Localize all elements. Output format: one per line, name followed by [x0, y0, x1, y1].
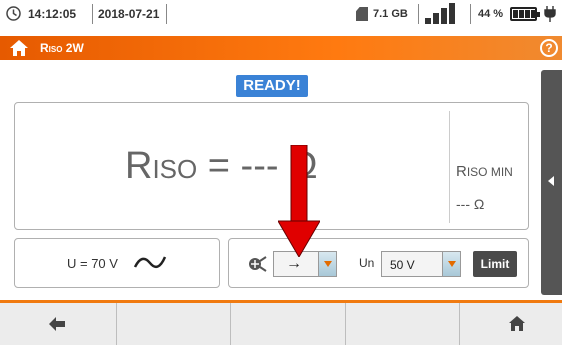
un-voltage-select[interactable]: 50 V: [381, 251, 461, 277]
result-divider: [449, 111, 450, 223]
chevron-down-icon[interactable]: [318, 252, 336, 276]
battery-icon: [510, 7, 540, 21]
home-icon: [509, 316, 525, 331]
ready-badge: READY!: [236, 75, 308, 97]
chevron-down-icon[interactable]: [442, 252, 460, 276]
sd-card-icon: [356, 7, 368, 21]
status-separator: [92, 4, 93, 24]
result-panel: RISO = --- Ω RISO MIN --- Ω: [14, 102, 529, 230]
signal-icon: [425, 2, 461, 24]
bottom-toolbar: [0, 300, 562, 345]
annotation-arrow: [278, 145, 320, 257]
sine-wave-icon: [133, 256, 167, 269]
page-title: RISO 2W: [40, 41, 84, 55]
home-icon[interactable]: [9, 39, 29, 57]
chevron-left-icon: [548, 176, 554, 186]
meter-screen: 14:12:05 2018-07-21 7.1 GB 44 % RISO 2W …: [0, 0, 562, 345]
status-bar: 14:12:05 2018-07-21 7.1 GB 44 %: [0, 0, 562, 28]
battery-percent: 44 %: [478, 8, 504, 20]
un-value: 50 V: [390, 258, 415, 272]
plug-icon: [544, 6, 556, 22]
status-separator: [166, 4, 167, 24]
toolbar-slot[interactable]: [117, 303, 231, 345]
mode-value: →: [286, 255, 302, 272]
riso-min-value: --- Ω: [456, 196, 485, 212]
voltage-readout: U = 70 V: [67, 256, 118, 271]
side-panel-toggle[interactable]: [541, 70, 562, 295]
status-date: 2018-07-21: [98, 7, 160, 21]
back-arrow-icon: [49, 317, 65, 331]
voltage-panel: U = 70 V: [14, 238, 220, 288]
home-button[interactable]: [460, 303, 562, 345]
limit-button[interactable]: Limit: [473, 251, 517, 277]
toolbar-slot[interactable]: [231, 303, 346, 345]
clock-icon: [6, 6, 21, 21]
back-button[interactable]: [0, 303, 117, 345]
status-time: 14:12:05: [28, 7, 77, 21]
toolbar-slot[interactable]: [346, 303, 460, 345]
storage-value: 7.1 GB: [373, 8, 408, 20]
status-separator: [418, 4, 419, 24]
status-separator: [470, 4, 471, 24]
un-label: Un: [359, 256, 375, 270]
title-bar: RISO 2W ?: [0, 36, 562, 60]
help-icon[interactable]: ?: [540, 39, 558, 57]
riso-min-label: RISO MIN: [456, 163, 513, 180]
control-panel: → Un 50 V Limit: [228, 238, 529, 288]
probe-icon: [249, 256, 267, 272]
